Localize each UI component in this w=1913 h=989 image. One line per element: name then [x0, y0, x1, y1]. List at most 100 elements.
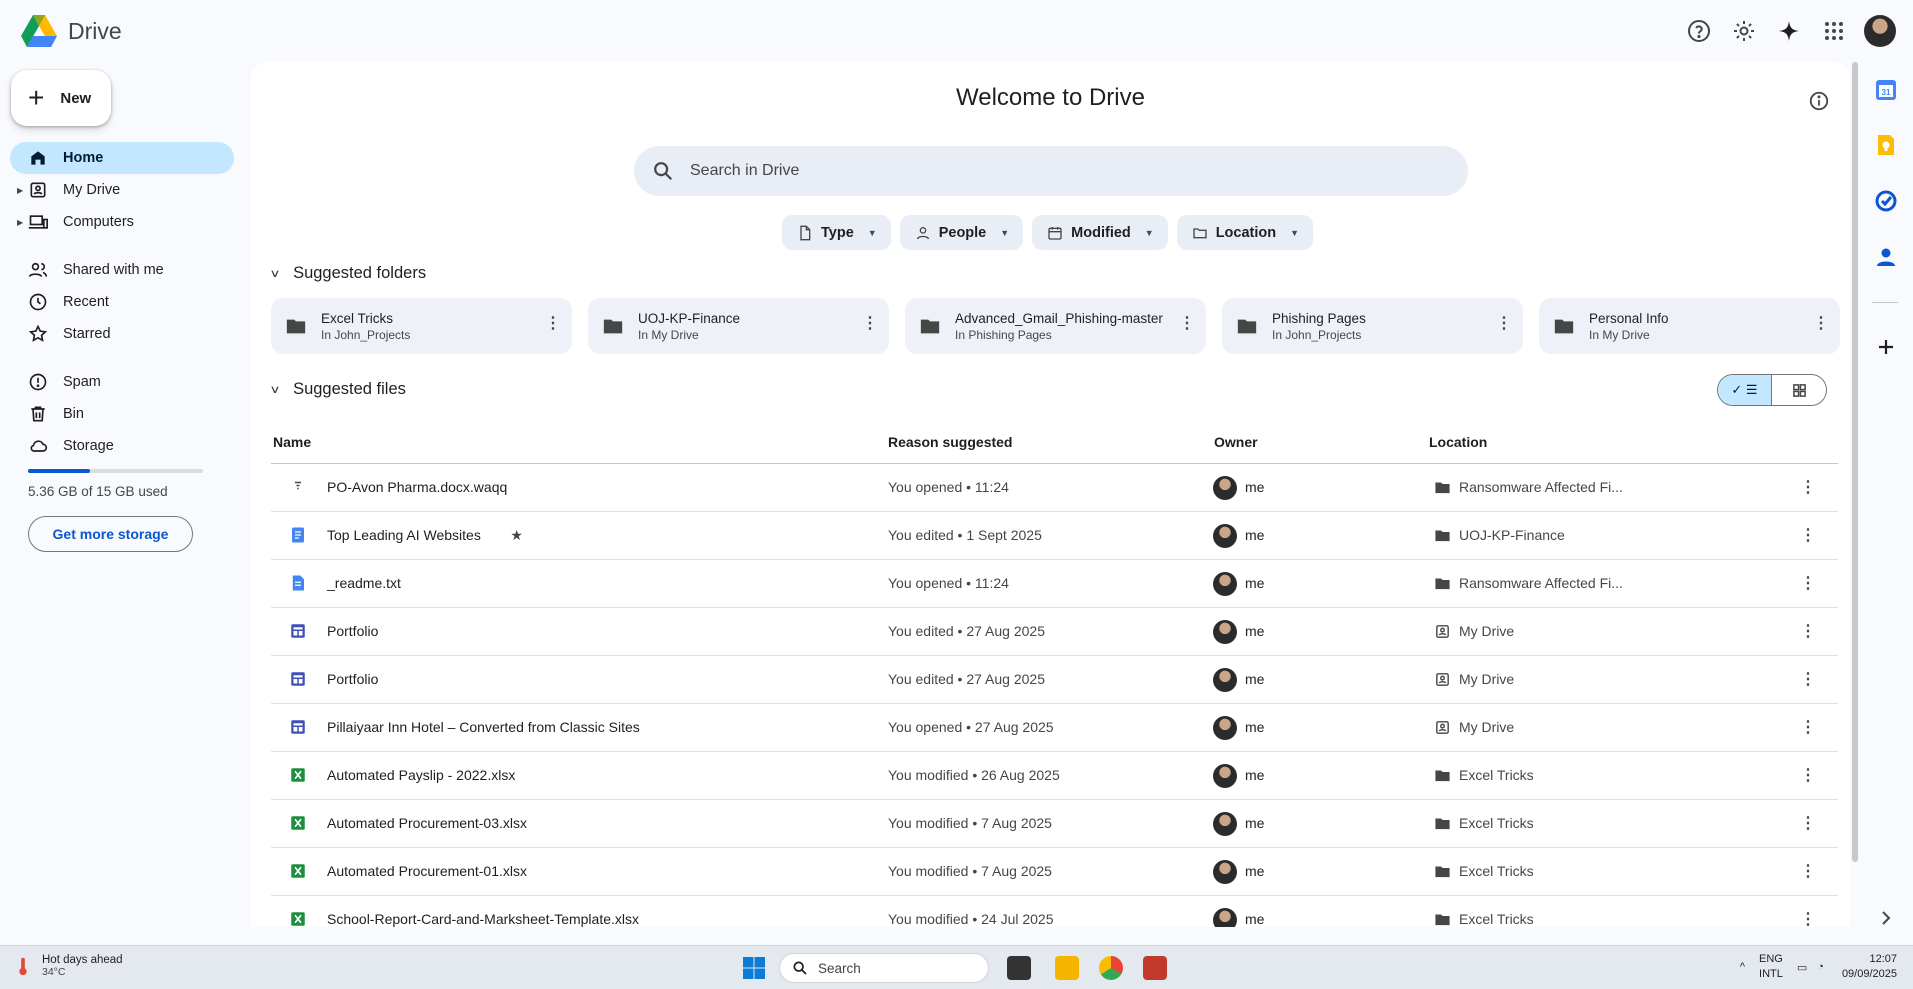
file-name[interactable]: Pillaiyaar Inn Hotel – Converted from Cl…	[327, 719, 640, 735]
new-button[interactable]: + New	[11, 70, 111, 126]
more-options-icon[interactable]: ⋮	[545, 316, 561, 332]
calendar-app-icon[interactable]: 31	[1874, 78, 1898, 102]
file-location[interactable]: Ransomware Affected Fi...	[1459, 479, 1623, 495]
gemini-sparkle-icon[interactable]	[1769, 13, 1809, 49]
file-location[interactable]: Excel Tricks	[1459, 815, 1534, 831]
info-icon[interactable]	[1808, 90, 1830, 112]
table-row[interactable]: _readme.txt You opened • 11:24 me Ransomwar…	[271, 560, 1838, 608]
sidebar-item-recent[interactable]: Recent	[10, 286, 234, 318]
grid-view-button[interactable]	[1772, 375, 1826, 405]
filter-type-chip[interactable]: Type ▼	[782, 215, 891, 250]
chevron-up-icon[interactable]: ^	[1740, 961, 1745, 973]
keep-app-icon[interactable]	[1874, 133, 1898, 157]
more-options-icon[interactable]: ⋮	[1800, 765, 1816, 785]
more-options-icon[interactable]: ⋮	[1179, 316, 1195, 332]
drive-logo[interactable]: Drive	[20, 14, 122, 48]
add-addon-plus-icon[interactable]	[1874, 335, 1898, 359]
tasks-app-icon[interactable]	[1874, 189, 1898, 213]
sidebar-item-label: My Drive	[63, 182, 121, 198]
list-view-button[interactable]: ✓ ☰	[1718, 375, 1773, 405]
search-input[interactable]: Search in Drive	[634, 146, 1468, 196]
table-row[interactable]: Portfolio You edited • 27 Aug 2025 me My Dr…	[271, 656, 1838, 704]
expand-caret-icon[interactable]: ▶	[17, 218, 23, 227]
sidebar-item-storage[interactable]: Storage	[10, 430, 234, 462]
volume-icon[interactable]: ◔	[1817, 961, 1824, 973]
file-name[interactable]: Automated Payslip - 2022.xlsx	[327, 767, 515, 783]
filter-location-chip[interactable]: Location ▼	[1176, 215, 1314, 250]
sidebar-item-home[interactable]: Home	[10, 142, 234, 174]
file-name[interactable]: _readme.txt	[327, 575, 401, 591]
file-location[interactable]: My Drive	[1459, 671, 1514, 687]
file-name[interactable]: Automated Procurement-03.xlsx	[327, 815, 527, 831]
sidebar-item-my-drive[interactable]: ▶ My Drive	[10, 174, 234, 206]
sidebar-item-bin[interactable]: Bin	[10, 398, 234, 430]
table-row[interactable]: PO-Avon Pharma.docx.waqq You opened • 11:…	[271, 464, 1838, 512]
sidebar-item-spam[interactable]: Spam	[10, 366, 234, 398]
table-row[interactable]: Automated Payslip - 2022.xlsx You modifie…	[271, 752, 1838, 800]
scrollbar[interactable]	[1852, 62, 1858, 862]
more-options-icon[interactable]: ⋮	[1800, 717, 1816, 737]
file-location[interactable]: My Drive	[1459, 719, 1514, 735]
file-name[interactable]: Automated Procurement-01.xlsx	[327, 863, 527, 879]
more-options-icon[interactable]: ⋮	[1800, 669, 1816, 689]
folder-card[interactable]: Excel Tricks In John_Projects ⋮	[271, 298, 572, 354]
table-row[interactable]: Pillaiyaar Inn Hotel – Converted from Cl…	[271, 704, 1838, 752]
expand-panel-chevron-icon[interactable]	[1874, 906, 1898, 930]
file-name[interactable]: Portfolio	[327, 671, 378, 687]
table-row[interactable]: Portfolio You edited • 27 Aug 2025 me My Dr…	[271, 608, 1838, 656]
table-row[interactable]: Automated Procurement-03.xlsx You modifie…	[271, 800, 1838, 848]
windows-start-icon[interactable]	[742, 956, 766, 980]
get-more-storage-button[interactable]: Get more storage	[28, 516, 193, 552]
folder-card[interactable]: Phishing Pages In John_Projects ⋮	[1222, 298, 1523, 354]
apps-grid-icon[interactable]	[1814, 13, 1854, 49]
settings-gear-icon[interactable]	[1724, 13, 1764, 49]
clock[interactable]: 12:07 09/09/2025	[1842, 952, 1897, 982]
file-explorer-icon[interactable]	[1055, 956, 1079, 980]
file-location[interactable]: Excel Tricks	[1459, 863, 1534, 879]
file-location[interactable]: Excel Tricks	[1459, 767, 1534, 783]
more-options-icon[interactable]: ⋮	[1800, 621, 1816, 641]
snipping-tool-icon[interactable]	[1143, 956, 1167, 980]
task-view-icon[interactable]	[1007, 956, 1031, 980]
file-name[interactable]: School-Report-Card-and-Marksheet-Templat…	[327, 911, 639, 927]
more-options-icon[interactable]: ⋮	[1813, 316, 1829, 332]
account-avatar[interactable]	[1864, 15, 1896, 47]
sidebar-item-computers[interactable]: ▶ Computers	[10, 206, 234, 238]
table-row[interactable]: School-Report-Card-and-Marksheet-Templat…	[271, 896, 1838, 927]
column-header-name[interactable]: Name	[273, 434, 311, 450]
weather-widget[interactable]: Hot days ahead 34°C	[12, 954, 123, 978]
more-options-icon[interactable]: ⋮	[1800, 573, 1816, 593]
file-location[interactable]: My Drive	[1459, 623, 1514, 639]
table-row[interactable]: Top Leading AI Websites ★ You edited • 1 S…	[271, 512, 1838, 560]
file-name[interactable]: Top Leading AI Websites	[327, 527, 481, 543]
more-options-icon[interactable]: ⋮	[1800, 525, 1816, 545]
file-name[interactable]: Portfolio	[327, 623, 378, 639]
network-icon[interactable]: ▭	[1797, 961, 1807, 974]
contacts-app-icon[interactable]	[1874, 245, 1898, 269]
more-options-icon[interactable]: ⋮	[1800, 909, 1816, 927]
filter-modified-chip[interactable]: Modified ▼	[1032, 215, 1168, 250]
folder-card[interactable]: Advanced_Gmail_Phishing-master In Phishin…	[905, 298, 1206, 354]
help-icon[interactable]	[1679, 13, 1719, 49]
file-name[interactable]: PO-Avon Pharma.docx.waqq	[327, 479, 507, 495]
more-options-icon[interactable]: ⋮	[1496, 316, 1512, 332]
suggested-files-header[interactable]: ∨ Suggested files	[269, 380, 406, 399]
more-options-icon[interactable]: ⋮	[1800, 861, 1816, 881]
sidebar-item-shared-with-me[interactable]: Shared with me	[10, 254, 234, 286]
table-row[interactable]: Automated Procurement-01.xlsx You modifie…	[271, 848, 1838, 896]
language-indicator[interactable]: ENG INTL	[1759, 952, 1783, 982]
folder-card[interactable]: Personal Info In My Drive ⋮	[1539, 298, 1840, 354]
file-location[interactable]: Excel Tricks	[1459, 911, 1534, 927]
folder-card[interactable]: UOJ-KP-Finance In My Drive ⋮	[588, 298, 889, 354]
expand-caret-icon[interactable]: ▶	[17, 186, 23, 195]
filter-people-chip[interactable]: People ▼	[899, 215, 1024, 250]
more-options-icon[interactable]: ⋮	[1800, 477, 1816, 497]
more-options-icon[interactable]: ⋮	[862, 316, 878, 332]
file-location[interactable]: UOJ-KP-Finance	[1459, 527, 1565, 543]
suggested-folders-header[interactable]: ∨ Suggested folders	[269, 264, 426, 283]
sidebar-item-starred[interactable]: Starred	[10, 318, 234, 350]
file-location[interactable]: Ransomware Affected Fi...	[1459, 575, 1623, 591]
chrome-icon[interactable]	[1099, 956, 1123, 980]
taskbar-search[interactable]: Search	[779, 953, 989, 983]
more-options-icon[interactable]: ⋮	[1800, 813, 1816, 833]
